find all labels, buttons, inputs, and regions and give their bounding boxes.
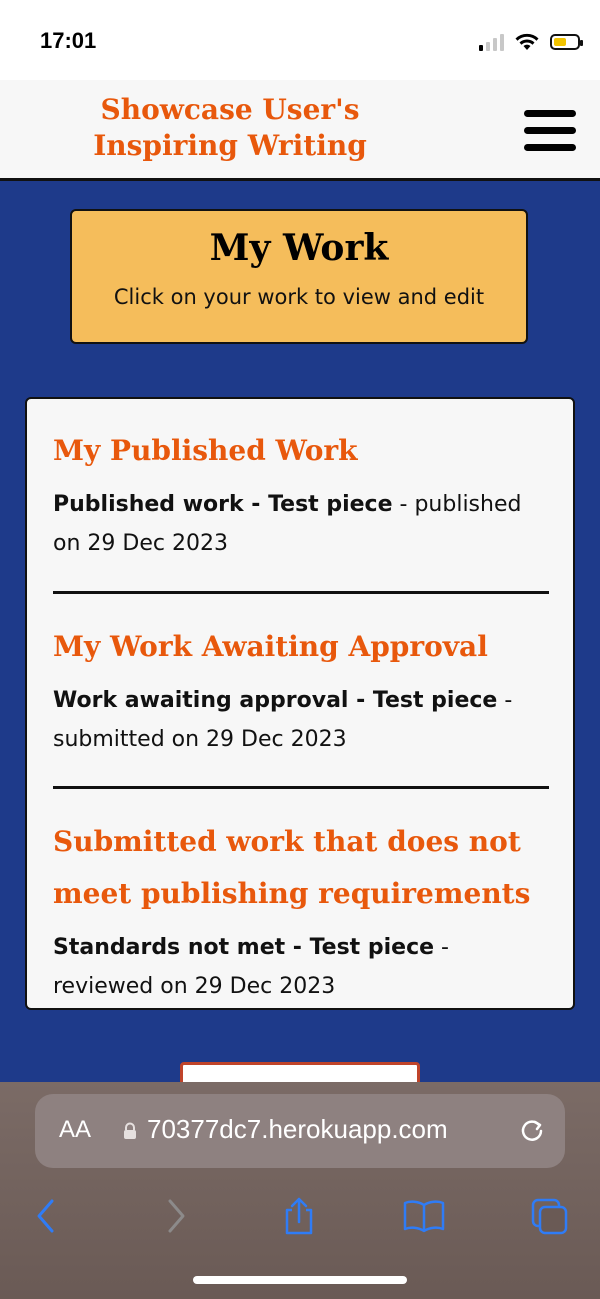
work-title-link[interactable]: Standards not met - Test piece — [53, 935, 434, 960]
page-title: My Work — [209, 227, 389, 269]
wifi-icon — [515, 33, 539, 50]
reload-icon[interactable] — [517, 1116, 547, 1146]
page-subtitle: Click on your work to view and edit — [113, 285, 485, 309]
bookmarks-icon[interactable] — [394, 1186, 454, 1246]
browser-bar: AA 70377dc7.herokuapp.com — [0, 1082, 600, 1299]
lock-icon — [124, 1122, 136, 1139]
section-heading: Submitted work that does not meet publis… — [53, 825, 531, 910]
text-size-button[interactable]: AA — [59, 1116, 91, 1144]
back-icon[interactable] — [16, 1186, 76, 1246]
awaiting-section: My Work Awaiting Approval Work awaiting … — [53, 621, 549, 759]
divider — [53, 786, 549, 789]
forward-icon[interactable] — [146, 1186, 206, 1246]
work-item[interactable]: Standards not met - Test piece - reviewe… — [53, 928, 549, 1006]
hamburger-menu-icon[interactable] — [524, 110, 576, 156]
tabs-icon[interactable] — [519, 1186, 579, 1246]
my-work-panel: My Work Click on your work to view and e… — [70, 209, 528, 344]
published-section: My Published Work Published work - Test … — [53, 425, 549, 563]
url-text[interactable]: 70377dc7.herokuapp.com — [147, 1114, 448, 1145]
work-title-link[interactable]: Published work - Test piece — [53, 492, 393, 517]
divider — [53, 591, 549, 594]
site-header: Showcase User's Inspiring Writing — [0, 80, 600, 181]
signal-icon — [479, 33, 504, 51]
status-time: 17:01 — [40, 28, 97, 53]
works-card: My Published Work Published work - Test … — [25, 397, 575, 1010]
status-icons — [479, 30, 583, 54]
not-met-section: Submitted work that does not meet publis… — [53, 816, 549, 1006]
status-bar: 17:01 — [0, 0, 600, 80]
browser-toolbar — [0, 1186, 600, 1246]
address-bar[interactable]: AA 70377dc7.herokuapp.com — [35, 1094, 565, 1168]
home-indicator[interactable] — [193, 1276, 407, 1284]
section-heading: My Work Awaiting Approval — [53, 630, 488, 663]
battery-icon — [550, 34, 583, 50]
battery-level — [554, 38, 566, 46]
work-item[interactable]: Work awaiting approval - Test piece - su… — [53, 681, 549, 759]
work-title-link[interactable]: Work awaiting approval - Test piece — [53, 688, 497, 713]
site-title-link[interactable]: Showcase User's Inspiring Writing — [40, 92, 420, 164]
share-icon[interactable] — [269, 1186, 329, 1246]
work-item[interactable]: Published work - Test piece - published … — [53, 485, 549, 563]
section-heading: My Published Work — [53, 434, 358, 467]
